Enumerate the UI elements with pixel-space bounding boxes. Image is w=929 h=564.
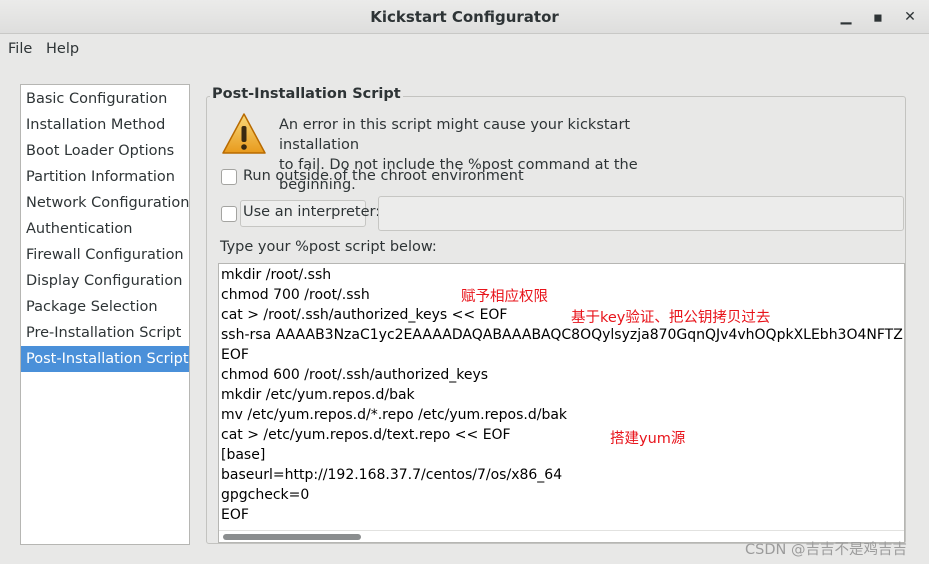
sidebar-item-pre-installation-script[interactable]: Pre-Installation Script	[21, 320, 189, 346]
script-prompt-label: Type your %post script below:	[220, 239, 437, 255]
script-line: [base]	[221, 447, 266, 463]
script-line: mv /etc/yum.repos.d/*.repo /etc/yum.repo…	[221, 407, 568, 423]
script-line: gpgcheck=0	[221, 487, 310, 503]
interpreter-checkbox[interactable]	[221, 206, 237, 222]
window-title: Kickstart Configurator	[370, 8, 559, 26]
script-line: cat > /etc/yum.repos.d/text.repo << EOF	[221, 427, 511, 443]
script-line: mkdir /etc/yum.repos.d/bak	[221, 387, 415, 403]
section-title: Post-Installation Script	[210, 86, 403, 102]
script-line: ssh-rsa AAAAB3NzaC1yc2EAAAADAQABAAABAQC8…	[221, 327, 905, 343]
watermark: CSDN @吉吉不是鸡吉吉	[745, 542, 907, 558]
sidebar-item-network-configuration[interactable]: Network Configuration	[21, 190, 189, 216]
maximize-icon: ◼	[873, 11, 883, 24]
sidebar-item-firewall-configuration[interactable]: Firewall Configuration	[21, 242, 189, 268]
sidebar-item-display-configuration[interactable]: Display Configuration	[21, 268, 189, 294]
scrollbar-thumb[interactable]	[223, 534, 361, 540]
script-line: EOF	[221, 347, 249, 363]
close-button[interactable]: ✕	[899, 6, 921, 28]
sidebar-item-post-installation-script[interactable]: Post-Installation Script	[21, 346, 189, 372]
warning-line-1: An error in this script might cause your…	[279, 117, 631, 153]
close-icon: ✕	[904, 9, 916, 25]
sidebar-item-boot-loader-options[interactable]: Boot Loader Options	[21, 138, 189, 164]
minimize-icon: ▁	[840, 9, 852, 25]
annotation-yum-repo: 搭建yum源	[610, 431, 686, 447]
sidebar-item-basic-configuration[interactable]: Basic Configuration	[21, 86, 189, 112]
minimize-button[interactable]: ▁	[835, 6, 857, 28]
chroot-label[interactable]: Run outside of the chroot environment	[243, 168, 524, 184]
menu-bar: File Help	[0, 34, 929, 64]
annotation-key-auth: 基于key验证、把公钥拷贝过去	[571, 310, 771, 326]
title-bar: Kickstart Configurator ▁ ◼ ✕	[0, 0, 929, 34]
sidebar-item-package-selection[interactable]: Package Selection	[21, 294, 189, 320]
interpreter-input[interactable]	[378, 196, 904, 231]
annotation-permissions: 赋予相应权限	[461, 289, 548, 305]
warning-icon	[222, 113, 266, 154]
menu-file[interactable]: File	[8, 41, 32, 57]
script-line: mkdir /root/.ssh	[221, 267, 332, 283]
sidebar: Basic Configuration Installation Method …	[20, 84, 190, 545]
sidebar-item-authentication[interactable]: Authentication	[21, 216, 189, 242]
sidebar-item-installation-method[interactable]: Installation Method	[21, 112, 189, 138]
chroot-checkbox[interactable]	[221, 169, 237, 185]
script-line: chmod 700 /root/.ssh	[221, 287, 370, 303]
menu-help[interactable]: Help	[46, 41, 79, 57]
script-line: cat > /root/.ssh/authorized_keys << EOF	[221, 307, 508, 323]
script-line: chmod 600 /root/.ssh/authorized_keys	[221, 367, 489, 383]
script-line: EOF	[221, 507, 249, 523]
script-line: baseurl=http://192.168.37.7/centos/7/os/…	[221, 467, 563, 483]
interpreter-label[interactable]: Use an interpreter:	[243, 204, 380, 220]
script-editor[interactable]: mkdir /root/.ssh chmod 700 /root/.ssh ca…	[218, 263, 905, 543]
maximize-button[interactable]: ◼	[867, 6, 889, 28]
sidebar-item-partition-information[interactable]: Partition Information	[21, 164, 189, 190]
